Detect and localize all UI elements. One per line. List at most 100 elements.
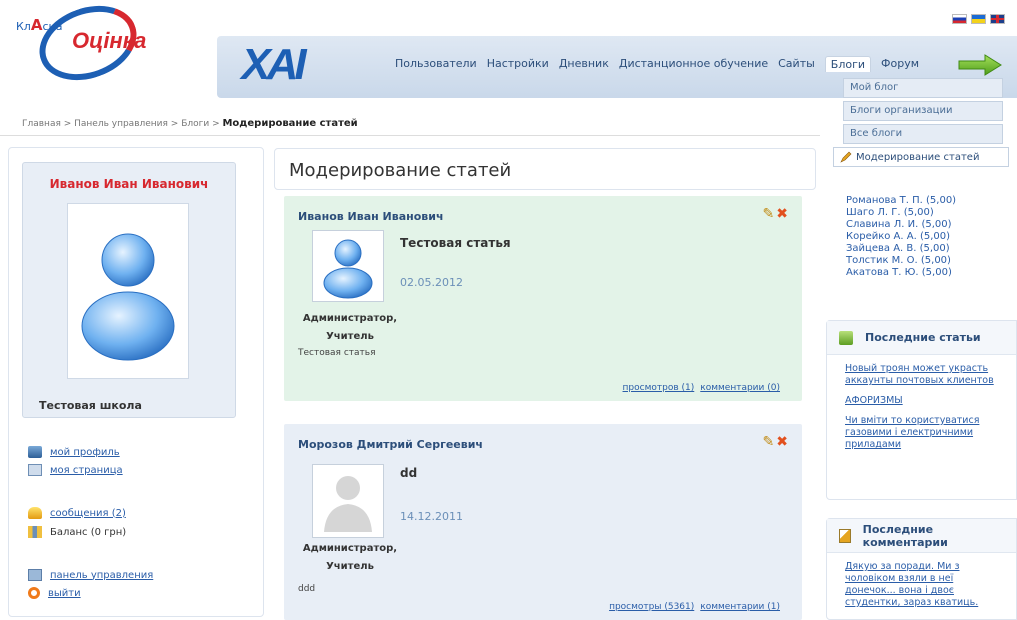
- latest-comments-box: Последние комментарии Дякую за поради. М…: [826, 518, 1017, 620]
- dropdown-item-all-blogs[interactable]: Все блоги: [843, 124, 1003, 144]
- my-profile-link[interactable]: мой профиль: [28, 446, 120, 458]
- author-role-line2: Учитель: [326, 561, 374, 572]
- breadcrumb: Главная > Панель управления > Блоги > Мо…: [22, 118, 358, 129]
- profile-icon: [28, 446, 42, 458]
- author-role-line1: Администратор,: [302, 543, 398, 554]
- rating-list: Романова Т. П. (5,00) Шаго Л. Г. (5,00) …: [846, 195, 956, 279]
- user-avatar-icon: [81, 233, 175, 361]
- comments-link[interactable]: комментарии (1): [700, 602, 780, 612]
- article-date: 14.12.2011: [400, 510, 463, 523]
- dropdown-item-moderation[interactable]: Модерирование статей: [833, 147, 1009, 167]
- wallet-icon: [28, 526, 42, 538]
- edit-icon[interactable]: ✎: [763, 206, 775, 222]
- control-panel-label[interactable]: панель управления: [50, 570, 153, 581]
- language-switcher: [952, 14, 1005, 24]
- ru-flag-icon[interactable]: [952, 14, 967, 24]
- article-stats: просмотров (1) комментарии (0): [623, 383, 780, 393]
- breadcrumb-path[interactable]: Главная > Панель управления > Блоги >: [22, 119, 222, 129]
- menu-item-sites[interactable]: Сайты: [778, 57, 815, 72]
- page-title-box: Модерирование статей: [274, 148, 816, 190]
- user-avatar-icon: [323, 239, 373, 299]
- menu-item-settings[interactable]: Настройки: [487, 57, 549, 72]
- author-role-line1: Администратор,: [302, 313, 398, 324]
- dropdown-item-org-blogs[interactable]: Блоги организации: [843, 101, 1003, 121]
- article-author[interactable]: Морозов Дмитрий Сергеевич: [298, 438, 483, 451]
- delete-icon[interactable]: ✖: [776, 206, 788, 222]
- dropdown-item-moderation-label: Модерирование статей: [856, 151, 980, 163]
- menu-item-blogs[interactable]: Блоги: [824, 56, 872, 72]
- logout-icon: [28, 587, 40, 599]
- dropdown-item-my-blog[interactable]: Мой блог: [843, 78, 1003, 98]
- logout-label[interactable]: выйти: [48, 588, 81, 599]
- article-date: 02.05.2012: [400, 276, 463, 289]
- menu-item-forum[interactable]: Форум: [881, 57, 919, 72]
- control-panel-link[interactable]: панель управления: [28, 569, 153, 581]
- profile-name: Иванов Иван Иванович: [49, 177, 209, 191]
- messages-icon: [28, 507, 42, 519]
- latest-article-link[interactable]: АФОРИЗМЫ: [845, 395, 1006, 407]
- latest-article-link[interactable]: Новый троян может украсть аккаунты почто…: [845, 363, 1006, 387]
- menu-item-distance-learning[interactable]: Дистанционное обучение: [619, 57, 768, 72]
- xai-logo[interactable]: XAI: [222, 36, 322, 94]
- page-title: Модерирование статей: [289, 160, 512, 181]
- rating-item[interactable]: Толстик М. О. (5,00): [846, 255, 956, 267]
- article-card: Иванов Иван Иванович ✎ ✖ Тестовая статья…: [284, 196, 802, 401]
- views-link[interactable]: просмотров (1): [623, 383, 695, 393]
- views-link[interactable]: просмотры (5361): [609, 602, 694, 612]
- latest-articles-header: Последние статьи: [827, 321, 1016, 355]
- article-title[interactable]: dd: [400, 466, 417, 480]
- latest-comments-title: Последние комментарии: [862, 522, 948, 549]
- edit-icon[interactable]: ✎: [763, 434, 775, 450]
- profile-school: Тестовая школа: [39, 399, 142, 412]
- site-logo[interactable]: КлАсна Оцінка: [8, 0, 168, 93]
- uk-flag-icon[interactable]: [990, 14, 1005, 24]
- article-excerpt: ddd: [298, 584, 316, 594]
- logo-prefix: КлАсна: [16, 16, 63, 34]
- latest-comments-header: Последние комментарии: [827, 519, 1016, 553]
- my-page-label[interactable]: моя страница: [50, 465, 123, 476]
- logout-link[interactable]: выйти: [28, 587, 81, 599]
- rating-item[interactable]: Корейко А. А. (5,00): [846, 231, 956, 243]
- author-role-line2: Учитель: [326, 331, 374, 342]
- comments-icon: [839, 528, 851, 543]
- article-title[interactable]: Тестовая статья: [400, 236, 511, 250]
- latest-articles-box: Последние статьи Новый троян может украс…: [826, 320, 1017, 500]
- articles-icon: [839, 330, 853, 345]
- rating-item[interactable]: Зайцева А. В. (5,00): [846, 243, 956, 255]
- latest-comments-list: Дякую за поради. Ми з чоловіком взяли в …: [827, 553, 1016, 620]
- latest-articles-list: Новый троян может украсть аккаунты почто…: [827, 355, 1016, 467]
- logo-word: Оцінка: [72, 28, 147, 53]
- rating-item[interactable]: Акатова Т. Ю. (5,00): [846, 267, 956, 279]
- forward-arrow-icon[interactable]: [957, 54, 1003, 76]
- my-page-link[interactable]: моя страница: [28, 464, 123, 476]
- latest-article-link[interactable]: Чи вміти то користуватися газовими і еле…: [845, 415, 1006, 451]
- rating-item[interactable]: Шаго Л. Г. (5,00): [846, 207, 956, 219]
- article-author[interactable]: Иванов Иван Иванович: [298, 210, 444, 223]
- ua-flag-icon[interactable]: [971, 14, 986, 24]
- rating-item[interactable]: Романова Т. П. (5,00): [846, 195, 956, 207]
- balance-label: Баланс (0 грн): [50, 526, 127, 538]
- author-role: Администратор, Учитель: [294, 540, 406, 576]
- rating-item[interactable]: Славина Л. И. (5,00): [846, 219, 956, 231]
- page-icon: [28, 464, 42, 476]
- article-actions: ✎ ✖: [763, 434, 788, 450]
- menu-item-users[interactable]: Пользователи: [395, 57, 477, 72]
- breadcrumb-current: Модерирование статей: [222, 118, 358, 129]
- latest-articles-title: Последние статьи: [865, 331, 981, 344]
- profile-card: Иванов Иван Иванович Тестовая школа: [22, 162, 236, 418]
- article-card: Морозов Дмитрий Сергеевич ✎ ✖ dd 14.12.2…: [284, 424, 802, 620]
- balance-item: Баланс (0 грн): [28, 526, 126, 538]
- my-profile-label[interactable]: мой профиль: [50, 447, 120, 458]
- comments-link[interactable]: комментарии (0): [700, 383, 780, 393]
- author-avatar: [312, 464, 384, 538]
- pencil-icon: [840, 151, 852, 163]
- article-actions: ✎ ✖: [763, 206, 788, 222]
- messages-label[interactable]: сообщения (2): [50, 508, 126, 519]
- delete-icon[interactable]: ✖: [776, 434, 788, 450]
- profile-avatar: [67, 203, 189, 379]
- header-divider: [0, 135, 820, 136]
- latest-comment-link[interactable]: Дякую за поради. Ми з чоловіком взяли в …: [845, 561, 1006, 609]
- messages-link[interactable]: сообщения (2): [28, 507, 126, 519]
- menu-item-diary[interactable]: Дневник: [559, 57, 609, 72]
- main-menu: Пользователи Настройки Дневник Дистанцио…: [395, 56, 919, 72]
